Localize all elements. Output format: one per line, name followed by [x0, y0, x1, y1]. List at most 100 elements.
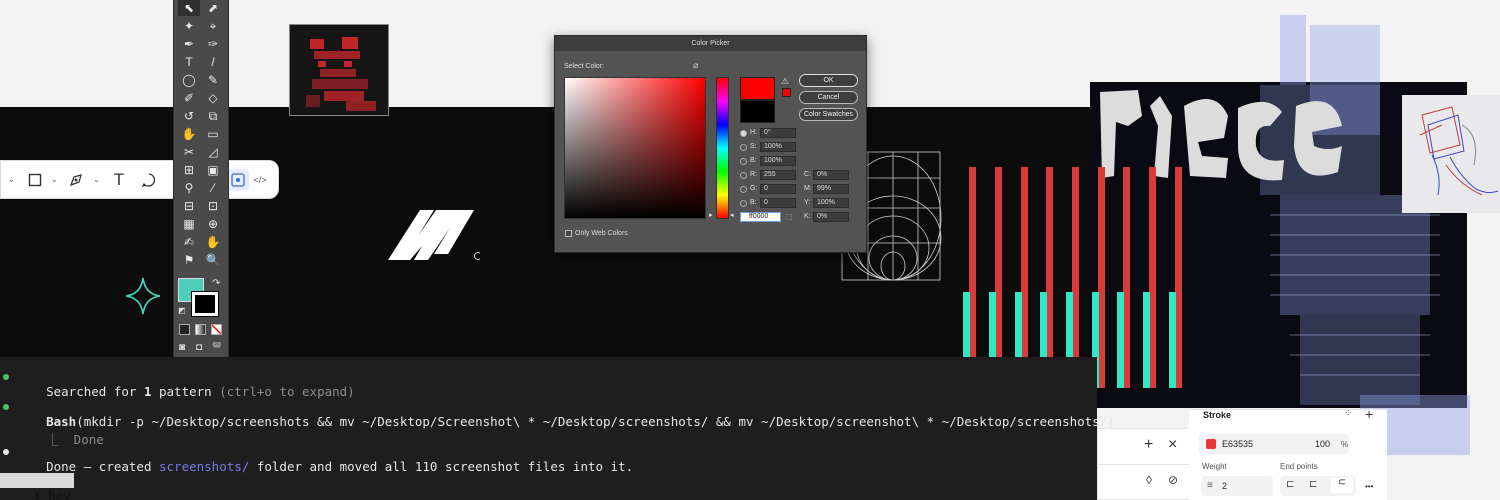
expand-hint[interactable]: (ctrl+o to expand): [219, 384, 354, 399]
b-radio[interactable]: [740, 158, 747, 165]
s-field[interactable]: 100%: [760, 142, 796, 152]
graph-tool-icon[interactable]: ▦: [178, 216, 200, 232]
old-color-preview: [740, 100, 775, 123]
r-field[interactable]: 255: [760, 170, 796, 180]
rectangle-tool-icon[interactable]: [24, 169, 46, 191]
only-web-colors-checkbox[interactable]: [565, 230, 572, 237]
color-swatches-button[interactable]: Color Swatches: [799, 108, 858, 121]
symbol-sprayer-tool-icon[interactable]: ⊟: [178, 198, 200, 214]
close-icon[interactable]: ×: [1168, 436, 1177, 454]
chevron-down-icon[interactable]: ⌄: [51, 175, 58, 184]
eyedropper-tool-icon[interactable]: ⁄: [202, 180, 224, 196]
b-field[interactable]: 100%: [760, 156, 796, 166]
stroke-color-swatch[interactable]: [191, 291, 219, 317]
lasso-tool-icon[interactable]: ⌖: [202, 18, 224, 34]
m-field[interactable]: 99%: [813, 184, 849, 194]
terminal-panel: Searched for 1 pattern (ctrl+o to expand…: [0, 357, 1115, 500]
blue-radio[interactable]: [740, 200, 747, 207]
curvature-tool-icon[interactable]: ✑: [202, 36, 224, 52]
gamut-color-swatch[interactable]: [782, 88, 791, 97]
stroke-hex-value[interactable]: E63535: [1222, 439, 1253, 449]
end-point-round-icon[interactable]: ⊂: [1331, 477, 1353, 493]
none-mode-icon[interactable]: [211, 324, 222, 335]
y-field[interactable]: 100%: [813, 198, 849, 208]
c-field[interactable]: 0%: [813, 170, 849, 180]
stroke-color-chip[interactable]: [1206, 439, 1216, 449]
mesh-tool-icon[interactable]: ⊞: [178, 162, 200, 178]
pen-tool-icon[interactable]: [65, 169, 87, 191]
success-bullet: [3, 374, 9, 380]
out-of-gamut-warning-icon[interactable]: ⚠: [781, 76, 789, 87]
chevron-down-icon[interactable]: ⌄: [8, 175, 15, 184]
saturation-brightness-field[interactable]: [564, 77, 706, 219]
slice-tool-icon[interactable]: ⊕: [202, 216, 224, 232]
draw-behind-icon[interactable]: ◘: [196, 342, 202, 353]
h-field[interactable]: 0°: [760, 128, 796, 138]
chevron-down-icon[interactable]: ⌄: [93, 175, 100, 184]
folder-link[interactable]: screenshots/: [159, 459, 249, 474]
r-label: R:: [750, 171, 757, 178]
pencil-tool-icon[interactable]: ✐: [178, 90, 200, 106]
g-field[interactable]: 0: [760, 184, 796, 194]
artboard-tool-icon[interactable]: ⊡: [202, 198, 224, 214]
gradient-tool-icon[interactable]: ▣: [202, 162, 224, 178]
more-options-icon[interactable]: •••: [1365, 482, 1373, 491]
cancel-button[interactable]: Cancel: [799, 91, 858, 104]
s-radio[interactable]: [740, 144, 747, 151]
prompt-input[interactable]: ❯ hey: [0, 473, 74, 500]
blue-field[interactable]: 0: [760, 198, 796, 208]
perspective-grid-tool-icon[interactable]: ◿: [202, 144, 224, 160]
blend-tool-icon[interactable]: ⚲: [178, 180, 200, 196]
type-tool-icon[interactable]: T: [178, 54, 200, 70]
dev-mode-toggle-icon[interactable]: [227, 169, 249, 191]
b-label: B:: [750, 157, 757, 164]
hex-field[interactable]: ff0000: [740, 212, 781, 222]
scale-tool-icon[interactable]: ⧉: [202, 108, 224, 124]
selection-tool-icon[interactable]: ⬉: [178, 0, 200, 16]
zoom-tool-icon[interactable]: 🔍: [202, 252, 224, 268]
success-bullet: [3, 404, 9, 410]
scissors-tool-icon[interactable]: ✂: [178, 144, 200, 160]
code-icon[interactable]: </>: [249, 169, 271, 191]
swap-colors-icon[interactable]: ↷: [212, 278, 220, 289]
hand-tool-icon[interactable]: ✋: [202, 234, 224, 250]
end-point-none-icon[interactable]: ⊏: [1286, 479, 1294, 490]
k-field[interactable]: 0%: [813, 212, 849, 222]
h-radio[interactable]: [740, 130, 747, 137]
add-stroke-icon[interactable]: +: [1365, 406, 1373, 422]
line-tool-icon[interactable]: /: [202, 54, 224, 70]
gradient-mode-icon[interactable]: [195, 324, 206, 335]
text-tool-icon[interactable]: T: [108, 169, 130, 191]
add-plus-icon[interactable]: +: [1144, 436, 1153, 454]
comment-tool-icon[interactable]: [138, 169, 160, 191]
r-radio[interactable]: [740, 172, 747, 179]
eyedropper-icon[interactable]: ⌀: [693, 60, 698, 71]
paintbrush-tool-icon[interactable]: ✎: [202, 72, 224, 88]
direct-selection-tool-icon[interactable]: ⬈: [202, 0, 224, 16]
hue-slider-arrow-icon: ◂: [730, 212, 734, 219]
ok-button[interactable]: OK: [799, 74, 858, 87]
ellipse-tool-icon[interactable]: ◯: [178, 72, 200, 88]
end-point-square-icon[interactable]: ⊏: [1309, 479, 1317, 490]
stroke-opacity-value[interactable]: 100: [1315, 439, 1330, 449]
rotate-tool-icon[interactable]: ↺: [178, 108, 200, 124]
draw-normal-icon[interactable]: ◙: [179, 342, 185, 353]
hide-visibility-icon[interactable]: ⊘: [1168, 473, 1178, 487]
stroke-properties-panel: Stroke ⁘ + E63535 100 % Weight End point…: [1189, 406, 1387, 500]
pen-tool-icon[interactable]: ✒: [178, 36, 200, 52]
hue-slider[interactable]: [716, 77, 729, 219]
flag-tool-icon[interactable]: ⚑: [178, 252, 200, 268]
layers-panel-fragment: + × ◊ ⊘: [1097, 428, 1192, 500]
magic-wand-tool-icon[interactable]: ✦: [178, 18, 200, 34]
g-radio[interactable]: [740, 186, 747, 193]
weight-value[interactable]: 2: [1222, 481, 1227, 491]
draw-inside-icon[interactable]: ◚: [212, 342, 222, 353]
width-tool-icon[interactable]: ✍: [178, 234, 200, 250]
stroke-styles-icon[interactable]: ⁘: [1344, 408, 1352, 419]
color-mode-icon[interactable]: [179, 324, 190, 335]
puppet-warp-tool-icon[interactable]: ✋: [178, 126, 200, 142]
free-transform-tool-icon[interactable]: ▭: [202, 126, 224, 142]
eraser-tool-icon[interactable]: ◇: [202, 90, 224, 106]
blend-drop-icon[interactable]: ◊: [1146, 473, 1152, 487]
default-colors-icon[interactable]: ◩: [178, 306, 186, 315]
